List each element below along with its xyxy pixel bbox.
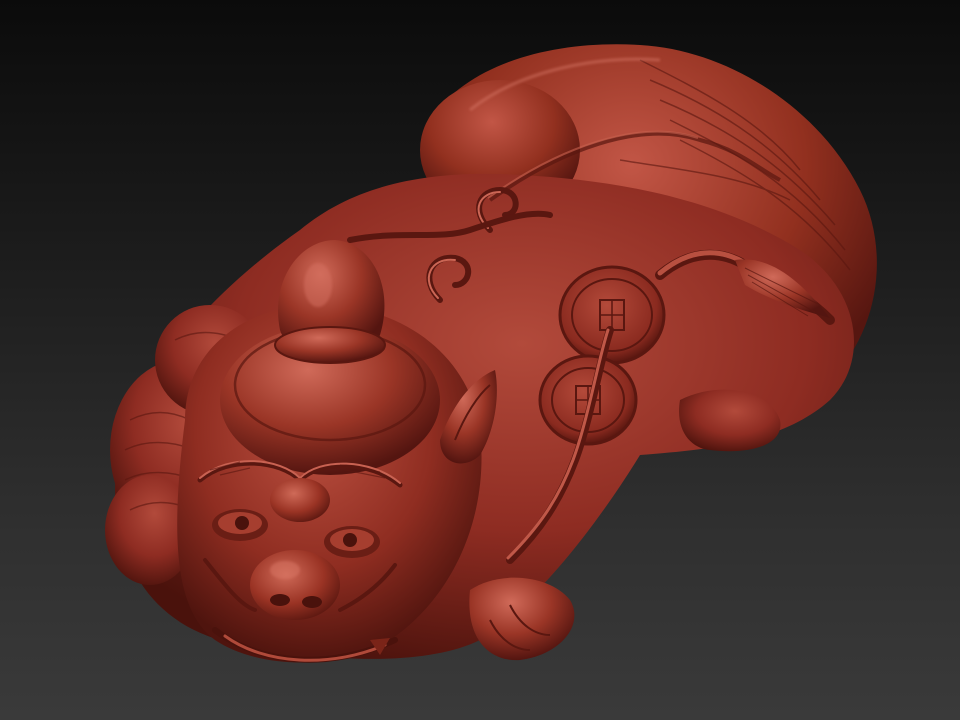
- coin-upper: [558, 265, 666, 365]
- sculpt-render: [105, 44, 877, 663]
- muzzle-ridge: [270, 478, 330, 522]
- nose: [250, 550, 340, 620]
- viewport-canvas[interactable]: [0, 0, 960, 720]
- right-eye: [324, 526, 380, 558]
- left-eye: [212, 509, 268, 541]
- front-paw: [469, 577, 575, 661]
